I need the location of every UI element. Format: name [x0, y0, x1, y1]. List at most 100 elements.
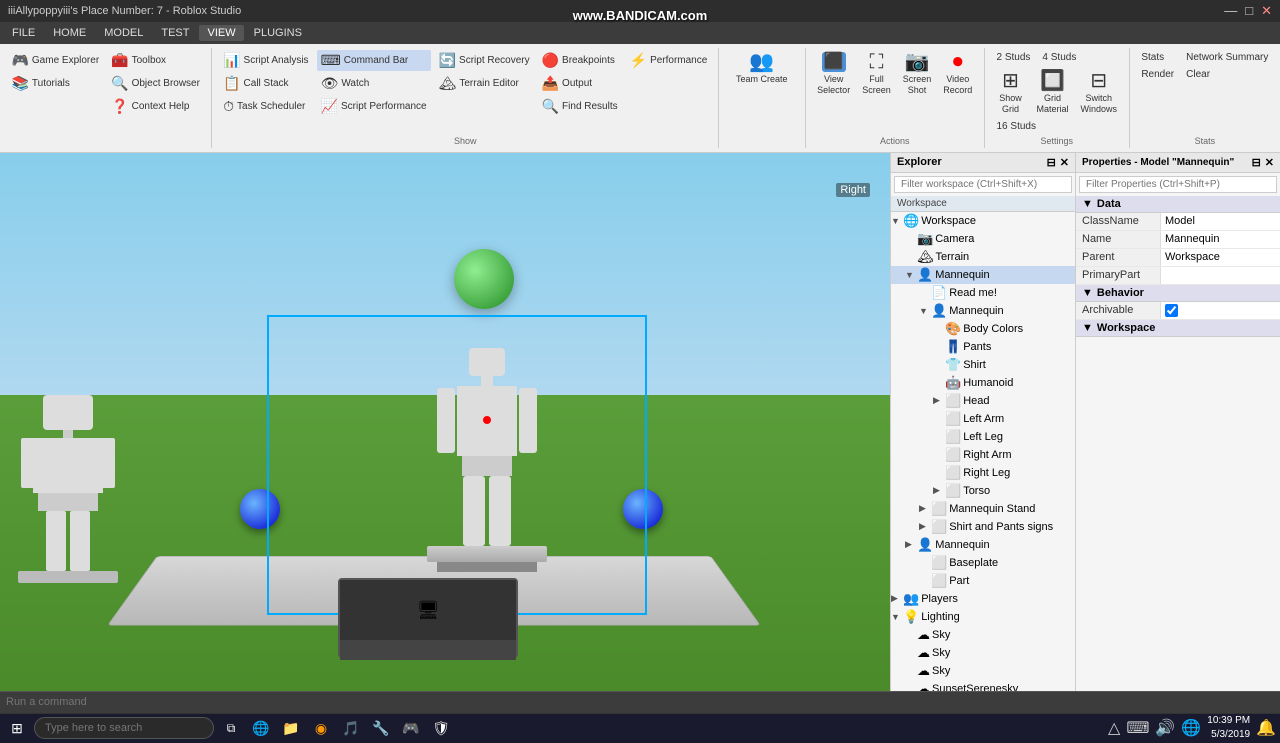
minimize-button[interactable]: —	[1224, 3, 1237, 19]
watch-btn[interactable]: 👁 Watch	[317, 73, 431, 94]
task-view-btn[interactable]: ⧉	[218, 715, 244, 741]
maximize-button[interactable]: □	[1245, 3, 1253, 19]
toolbox-btn[interactable]: 🧰 Toolbox	[107, 50, 204, 71]
tree-pants[interactable]: 👖 Pants	[891, 338, 1075, 356]
app2-icon[interactable]: 🔧	[368, 715, 394, 741]
taskbar-up-icon[interactable]: △	[1108, 718, 1120, 738]
taskbar-search-input[interactable]	[34, 717, 214, 739]
tree-readme[interactable]: 📄 Read me!	[891, 284, 1075, 302]
command-bar-btn[interactable]: ⌨ Command Bar	[317, 50, 431, 71]
network-summary-btn[interactable]: Network Summary	[1182, 50, 1272, 65]
menu-test[interactable]: TEST	[153, 25, 197, 41]
tree-mannequin-stand[interactable]: ▶ ⬜ Mannequin Stand	[891, 500, 1075, 518]
viewport[interactable]: iiiAllypoppyiii's Place: 7 ✕ ⊡ Right	[0, 153, 890, 691]
explorer-search-input[interactable]	[901, 179, 1065, 190]
file-explorer-icon[interactable]: 📁	[278, 715, 304, 741]
tree-head[interactable]: ▶ ⬜ Head	[891, 392, 1075, 410]
performance-btn[interactable]: ⚡ Performance	[626, 50, 712, 71]
properties-search-input[interactable]	[1086, 179, 1270, 190]
tutorials-btn[interactable]: 📚 Tutorials	[7, 73, 103, 94]
notification-icon[interactable]: 🔔	[1256, 718, 1276, 738]
tree-sky1[interactable]: ☁ Sky	[891, 626, 1075, 644]
tree-humanoid[interactable]: 🤖 Humanoid	[891, 374, 1075, 392]
app4-icon[interactable]: 🛡	[428, 715, 454, 741]
tree-part[interactable]: ⬜ Part	[891, 572, 1075, 590]
explorer-close-btn[interactable]: ✕	[1060, 156, 1069, 169]
menu-file[interactable]: FILE	[4, 25, 43, 41]
app1-icon[interactable]: 🎵	[338, 715, 364, 741]
tree-sky3[interactable]: ☁ Sky	[891, 662, 1075, 680]
game-explorer-btn[interactable]: 🎮 Game Explorer	[7, 50, 103, 71]
tree-baseplate[interactable]: ⬜ Baseplate	[891, 554, 1075, 572]
chrome-icon[interactable]: ◉	[308, 715, 334, 741]
view-selector-btn[interactable]: ⬛ ViewSelector	[813, 50, 854, 98]
workspace-section-header[interactable]: ▼ Workspace	[1076, 320, 1280, 337]
show-grid-btn[interactable]: ⊞ ShowGrid	[993, 69, 1029, 117]
tree-mannequin-sub[interactable]: ▼ 👤 Mannequin	[891, 302, 1075, 320]
properties-dock-btn[interactable]: ⊟	[1252, 156, 1261, 169]
prop-name-value[interactable]: Mannequin	[1161, 231, 1280, 248]
prop-archivable-value[interactable]	[1161, 302, 1280, 319]
find-results-btn[interactable]: 🔍 Find Results	[538, 96, 622, 117]
tree-lighting[interactable]: ▼ 💡 Lighting	[891, 608, 1075, 626]
properties-close-btn[interactable]: ✕	[1265, 156, 1274, 169]
context-help-btn[interactable]: ❓ Context Help	[107, 96, 204, 117]
script-analysis-btn[interactable]: 📊 Script Analysis	[219, 50, 312, 71]
switch-windows-btn[interactable]: ⊟ SwitchWindows	[1077, 69, 1122, 117]
close-button[interactable]: ✕	[1261, 3, 1272, 19]
clear-btn[interactable]: Clear	[1182, 67, 1272, 82]
data-section-header[interactable]: ▼ Data	[1076, 196, 1280, 213]
menu-plugins[interactable]: PLUGINS	[246, 25, 310, 41]
tree-body-colors[interactable]: 🎨 Body Colors	[891, 320, 1075, 338]
script-recovery-btn[interactable]: 🔄 Script Recovery	[435, 50, 534, 71]
task-scheduler-btn[interactable]: ⏱ Task Scheduler	[219, 96, 312, 117]
tree-right-arm[interactable]: ⬜ Right Arm	[891, 446, 1075, 464]
volume-icon[interactable]: 🔊	[1155, 718, 1175, 738]
archivable-checkbox[interactable]	[1165, 304, 1178, 317]
output-btn[interactable]: 📤 Output	[538, 73, 622, 94]
menu-home[interactable]: HOME	[45, 25, 94, 41]
call-stack-btn[interactable]: 📋 Call Stack	[219, 73, 312, 94]
tree-shirt[interactable]: 👕 Shirt	[891, 356, 1075, 374]
tree-left-arm[interactable]: ⬜ Left Arm	[891, 410, 1075, 428]
studs-2-btn[interactable]: 2 Studs	[993, 50, 1035, 65]
explorer-dock-btn[interactable]: ⊟	[1047, 156, 1056, 169]
tree-torso[interactable]: ▶ ⬜ Torso	[891, 482, 1075, 500]
command-input[interactable]	[6, 696, 1274, 708]
terrain-editor-btn[interactable]: 🏔 Terrain Editor	[435, 73, 534, 94]
tree-left-leg[interactable]: ⬜ Left Leg	[891, 428, 1075, 446]
menu-view[interactable]: VIEW	[199, 25, 243, 41]
team-create-btn[interactable]: 👥 Team Create	[727, 50, 797, 87]
studs-4-btn[interactable]: 4 Studs	[1038, 50, 1080, 65]
tree-camera[interactable]: 📷 Camera	[891, 230, 1075, 248]
prop-parent-value[interactable]: Workspace	[1161, 249, 1280, 266]
video-record-btn[interactable]: ⏺ VideoRecord	[939, 50, 976, 98]
behavior-section-header[interactable]: ▼ Behavior	[1076, 285, 1280, 302]
tree-players[interactable]: ▶ 👥 Players	[891, 590, 1075, 608]
tree-mannequin-root[interactable]: ▼ 👤 Mannequin	[891, 266, 1075, 284]
tree-shirt-pants[interactable]: ▶ ⬜ Shirt and Pants signs	[891, 518, 1075, 536]
start-button[interactable]: ⊞	[4, 715, 30, 741]
tree-workspace[interactable]: ▼ 🌐 Workspace	[891, 212, 1075, 230]
studs-16-btn[interactable]: 16 Studs	[993, 119, 1040, 134]
network-icon[interactable]: 🌐	[1181, 718, 1201, 738]
tree-terrain[interactable]: 🏔 Terrain	[891, 248, 1075, 266]
tree-mannequin2[interactable]: ▶ 👤 Mannequin	[891, 536, 1075, 554]
keyboard-icon[interactable]: ⌨	[1126, 718, 1149, 738]
render-btn[interactable]: Render	[1137, 67, 1178, 82]
screen-shot-btn[interactable]: 📷 ScreenShot	[899, 50, 936, 98]
menu-model[interactable]: MODEL	[96, 25, 151, 41]
prop-primary-part-value[interactable]	[1161, 267, 1280, 284]
tree-sky2[interactable]: ☁ Sky	[891, 644, 1075, 662]
full-screen-btn[interactable]: ⛶ FullScreen	[858, 50, 895, 98]
tree-right-leg[interactable]: ⬜ Right Leg	[891, 464, 1075, 482]
grid-material-btn[interactable]: 🔲 GridMaterial	[1033, 69, 1073, 117]
breakpoints-btn[interactable]: 🔴 Breakpoints	[538, 50, 622, 71]
app3-icon[interactable]: 🎮	[398, 715, 424, 741]
object-browser-btn[interactable]: 🔍 Object Browser	[107, 73, 204, 94]
script-perf-btn[interactable]: 📈 Script Performance	[317, 96, 431, 117]
tree-sunset[interactable]: ☁ SunsetSerenesky	[891, 680, 1075, 691]
stats-btn[interactable]: Stats	[1137, 50, 1178, 65]
edge-icon[interactable]: 🌐	[248, 715, 274, 741]
prop-classname-value[interactable]: Model	[1161, 213, 1280, 230]
